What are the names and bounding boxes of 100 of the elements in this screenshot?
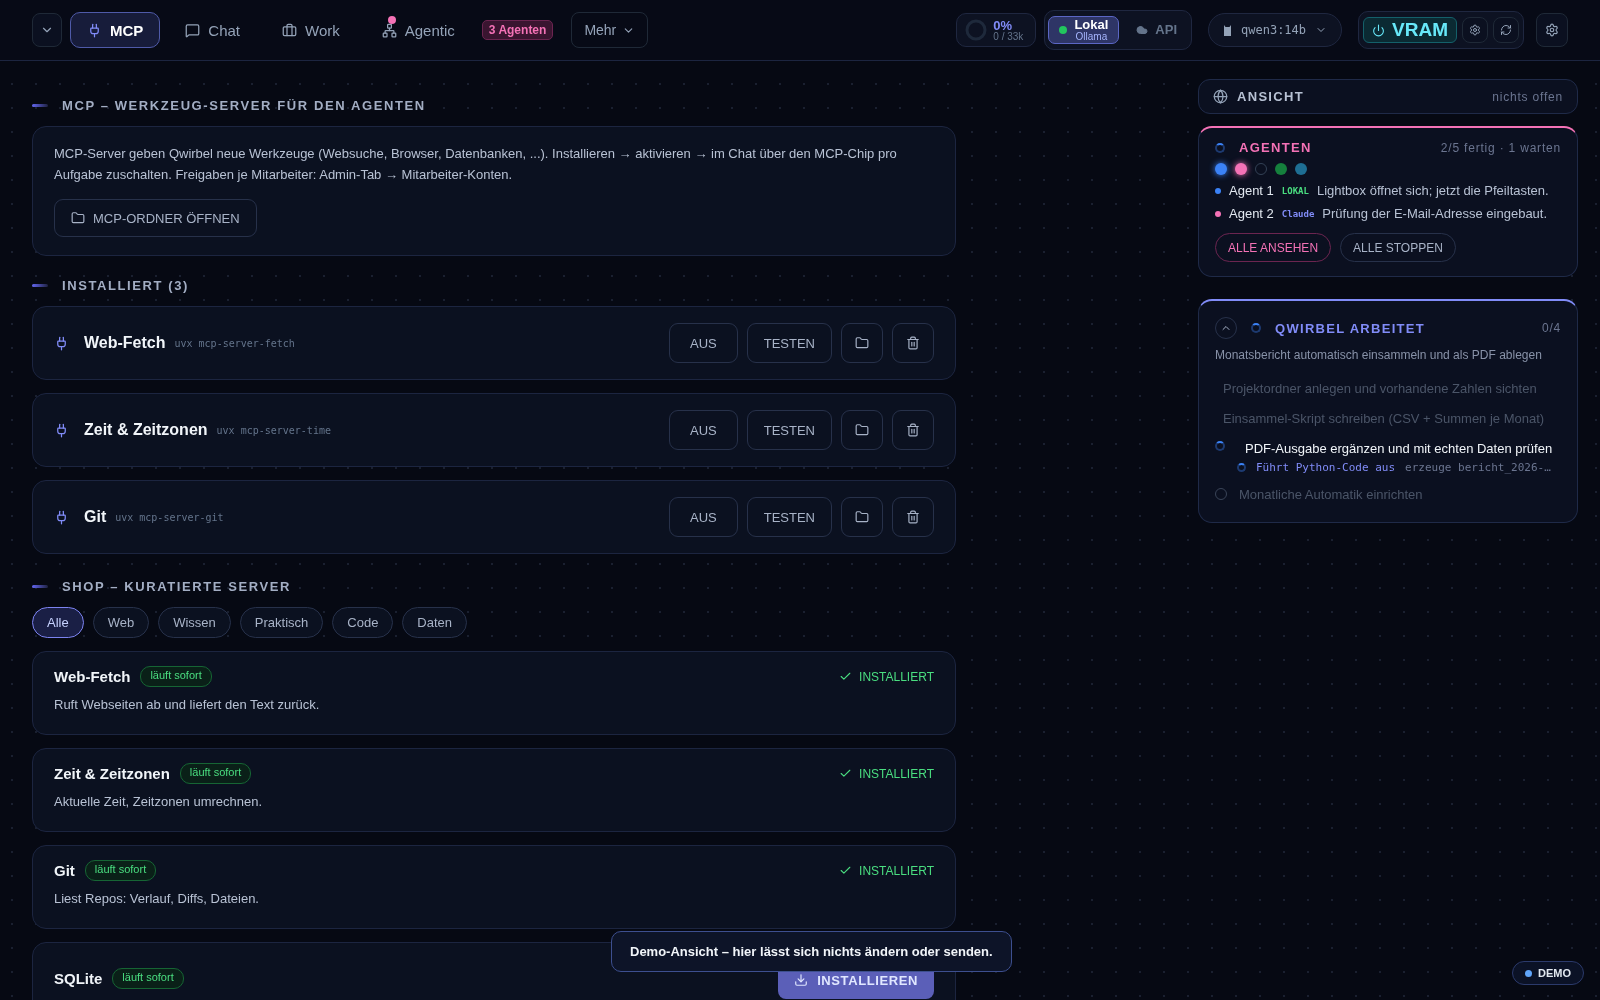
installed-status: INSTALLIERT (839, 669, 934, 684)
server-description: Ruft Webseiten ab und liefert den Text zurück. (54, 697, 321, 712)
filter-chip[interactable]: Web (92, 607, 150, 638)
download-icon (794, 973, 809, 987)
demo-toast: Demo-Ansicht – hier lässt sich nichts ändern oder senden. (611, 931, 1012, 972)
installed-status: INSTALLIERT (839, 863, 934, 878)
trash-icon (906, 336, 920, 350)
agent-name: Agent 1 (1229, 183, 1274, 198)
status-tag: läuft sofort (84, 860, 157, 881)
tool-detail: erzeuge bericht_2026-… (1405, 461, 1551, 474)
panel-title: QWIRBEL ARBEITET (1275, 320, 1426, 336)
status-dot (1525, 969, 1532, 977)
toggle-button[interactable]: AUS (668, 323, 738, 363)
installed-status: INSTALLIERT (839, 766, 934, 781)
task-goal: Monatsbericht automatisch einsammeln und als PDF ablegen (1215, 348, 1543, 362)
plug-icon (54, 335, 69, 351)
server-name: Zeit & Zeitzonen (84, 421, 208, 439)
settings-button[interactable] (1536, 13, 1568, 47)
open-folder-button[interactable]: MCP-ORDNER ÖFFNEN (54, 199, 257, 237)
tool-label: Führt Python-Code aus (1256, 461, 1396, 474)
nav-tab[interactable]: Chat (168, 12, 258, 48)
agent-tag: Claude (1281, 208, 1315, 219)
status-dot (1059, 26, 1068, 34)
settings-icon (1469, 24, 1481, 36)
refresh-icon (1500, 24, 1512, 36)
token-count: 0 / 33k (993, 31, 1024, 42)
network-icon (381, 22, 397, 38)
folder-icon (855, 510, 869, 524)
panel-title: ANSICHT (1237, 89, 1304, 104)
mode-option[interactable]: API (1125, 16, 1188, 44)
filter-chip[interactable]: Praktisch (239, 607, 324, 638)
delete-button[interactable] (892, 410, 934, 450)
nav-tab[interactable]: MCP (70, 12, 161, 48)
section-heading: MCP – WERKZEUG-SERVER FÜR DEN AGENTEN (62, 98, 426, 113)
folder-button[interactable] (841, 410, 883, 450)
agent-summary: 2/5 fertig · 1 warten (1440, 140, 1561, 155)
server-command: uvx mcp-server-time (216, 424, 331, 436)
vram-button[interactable]: VRAM (1363, 17, 1457, 43)
section-heading: SHOP – KURATIERTE SERVER (62, 579, 292, 594)
trash-icon (906, 510, 920, 524)
progress-ring (965, 19, 988, 41)
test-button[interactable]: TESTEN (746, 410, 832, 450)
check-icon (839, 864, 853, 877)
folder-icon (855, 336, 869, 350)
refresh-button[interactable] (1493, 17, 1519, 43)
agent-tag: LOKAL (1281, 185, 1309, 196)
folder-icon (855, 423, 869, 437)
filter-chip[interactable]: Code (332, 607, 394, 638)
server-name: Zeit & Zeitzonen (54, 765, 170, 782)
status-tag: läuft sofort (140, 666, 212, 687)
delete-button[interactable] (892, 497, 934, 537)
toggle-button[interactable]: AUS (668, 497, 738, 537)
status-tag: läuft sofort (112, 967, 184, 989)
trash-icon (906, 423, 920, 437)
step-text: Monatliche Automatik einrichten (1239, 486, 1423, 504)
server-command: uvx mcp-server-fetch (174, 337, 295, 349)
settings-button[interactable] (1462, 17, 1488, 43)
spinner-icon (1251, 323, 1261, 333)
folder-button[interactable] (841, 323, 883, 363)
chat-icon (185, 22, 201, 38)
folder-icon (71, 211, 85, 225)
check-icon (839, 767, 853, 780)
step-text: Projektordner anlegen und vorhandene Zahlen sichten (1223, 380, 1537, 398)
plug-icon (54, 422, 69, 438)
delete-button[interactable] (892, 323, 934, 363)
power-icon (1372, 23, 1386, 37)
server-command: uvx mcp-server-git (115, 511, 224, 523)
toggle-button[interactable]: AUS (668, 410, 738, 450)
spinner-icon (1215, 142, 1225, 153)
test-button[interactable]: TESTEN (746, 323, 832, 363)
test-button[interactable]: TESTEN (746, 497, 832, 537)
plug-icon (54, 509, 69, 525)
more-menu-button[interactable]: Mehr (571, 12, 649, 48)
globe-icon (1213, 89, 1228, 104)
model-select[interactable]: qwen3:14b (1208, 13, 1343, 47)
briefcase-icon (282, 22, 298, 38)
spinner-icon (1237, 463, 1246, 472)
filter-chip[interactable]: Daten (402, 607, 468, 638)
demo-badge: DEMO (1512, 961, 1584, 985)
server-name: SQLite (54, 969, 103, 987)
panel-title: AGENTEN (1239, 140, 1312, 155)
folder-button[interactable] (841, 497, 883, 537)
filter-chip[interactable]: Wissen (158, 607, 231, 638)
agent-message: Prüfung der E-Mail-Adresse eingebaut. (1322, 206, 1548, 221)
agent-name: Agent 2 (1229, 206, 1274, 221)
filter-chip[interactable]: Alle (32, 607, 84, 638)
step-text: PDF-Ausgabe ergänzen und mit echten Daten prüfen (1244, 440, 1553, 458)
plug-icon (87, 22, 102, 38)
cloud-icon (1136, 24, 1149, 36)
section-heading: INSTALLIERT (3) (62, 278, 190, 293)
nav-tab[interactable]: Agentic (364, 12, 472, 48)
server-description: Liest Repos: Verlauf, Diffs, Dateien. (54, 891, 260, 906)
nav-tab[interactable]: Work (265, 12, 357, 48)
step-count: 0/4 (1541, 321, 1561, 335)
server-name: Web-Fetch (84, 334, 166, 352)
settings-icon (1545, 23, 1559, 37)
server-name: Web-Fetch (54, 668, 131, 685)
server-name: Git (84, 508, 107, 526)
step-text: Einsammel-Skript schreiben (CSV + Summen je Monat) (1223, 410, 1545, 428)
mode-option[interactable]: Lokal Ollama (1048, 16, 1120, 44)
